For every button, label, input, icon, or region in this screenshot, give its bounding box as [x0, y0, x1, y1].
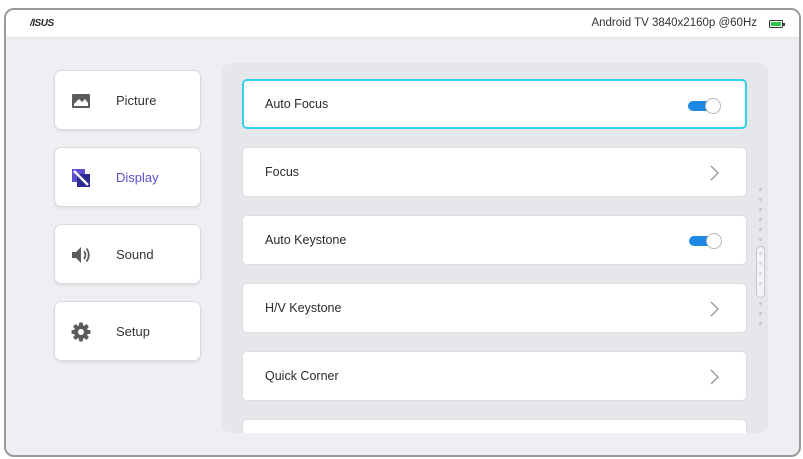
sidebar-item-picture[interactable]: Picture: [54, 70, 201, 130]
menu-item-label: Auto Focus: [265, 97, 329, 111]
asus-logo: /ISUS: [30, 18, 54, 29]
chevron-right-icon: [710, 301, 719, 317]
menu-item-label: Auto Keystone: [265, 233, 347, 247]
menu-item-auto-focus[interactable]: Auto Focus: [242, 79, 747, 129]
status-bar: /ISUS Android TV 3840x2160p @60Hz: [6, 10, 799, 38]
sidebar-item-label: Sound: [116, 247, 154, 262]
sidebar-item-display[interactable]: Display: [54, 147, 201, 207]
picture-icon: [72, 94, 90, 108]
menu-item-auto-keystone[interactable]: Auto Keystone: [242, 215, 747, 265]
menu-item-label: H/V Keystone: [265, 301, 342, 315]
sidebar-item-label: Picture: [116, 93, 157, 108]
sidebar-item-label: Setup: [116, 324, 150, 339]
menu-item-quick-corner[interactable]: Quick Corner: [242, 351, 747, 401]
display-icon: [72, 169, 90, 187]
menu-item-partial[interactable]: [242, 419, 747, 433]
scroll-indicator[interactable]: [756, 188, 766, 328]
gear-icon: [71, 322, 91, 342]
chevron-right-icon: [710, 369, 719, 385]
status-text: Android TV 3840x2160p @60Hz: [591, 17, 757, 29]
settings-panel: Auto Focus Focus Auto Keystone H/V Keyst…: [222, 63, 768, 433]
sidebar-item-label: Display: [116, 170, 159, 185]
projector-menu-window: /ISUS Android TV 3840x2160p @60Hz Pictur…: [4, 8, 801, 457]
menu-item-label: Quick Corner: [265, 369, 339, 383]
battery-icon: [769, 20, 785, 28]
sidebar-item-setup[interactable]: Setup: [54, 301, 201, 361]
speaker-icon: [72, 247, 90, 263]
chevron-right-icon: [710, 165, 719, 181]
menu-item-label: Focus: [265, 165, 300, 179]
auto-keystone-toggle[interactable]: [689, 233, 722, 249]
menu-item-hv-keystone[interactable]: H/V Keystone: [242, 283, 747, 333]
sidebar-item-sound[interactable]: Sound: [54, 224, 201, 284]
auto-focus-toggle[interactable]: [688, 98, 721, 114]
menu-item-focus[interactable]: Focus: [242, 147, 747, 197]
